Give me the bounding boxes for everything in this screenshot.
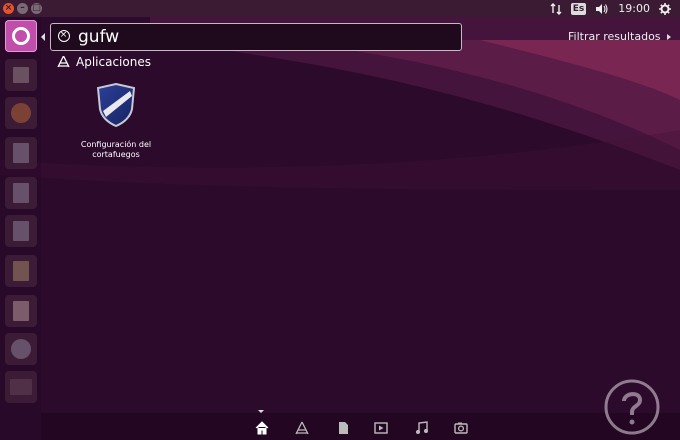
clock[interactable]: 19:00 — [618, 2, 650, 15]
network-updown-icon[interactable] — [550, 2, 562, 15]
search-box: × — [50, 23, 462, 51]
system-settings-icon[interactable] — [5, 333, 37, 365]
applications-lens-icon[interactable] — [295, 421, 309, 435]
chevron-right-icon — [666, 33, 671, 40]
watermark-logo — [604, 379, 660, 435]
clear-circle-icon[interactable]: × — [58, 30, 70, 42]
firefox-icon[interactable] — [5, 97, 37, 129]
gear-icon[interactable] — [659, 2, 671, 15]
writer-icon[interactable] — [5, 137, 37, 169]
maximize-button[interactable]: □ — [31, 3, 42, 14]
lens-bar — [41, 413, 680, 440]
file-manager-icon[interactable] — [5, 59, 37, 91]
top-panel: × – □ Es 19:00 — [0, 0, 680, 17]
search-input[interactable] — [78, 25, 453, 49]
music-icon[interactable] — [415, 421, 429, 435]
result-label: Configuración del cortafuegos — [80, 140, 152, 159]
close-button[interactable]: × — [3, 3, 14, 14]
volume-icon[interactable] — [595, 3, 609, 15]
keyboard-layout-indicator[interactable]: Es — [570, 2, 587, 15]
ubuntu-dash-icon[interactable] — [5, 20, 37, 52]
impress-icon[interactable] — [5, 215, 37, 247]
system-tray: Es 19:00 — [550, 0, 680, 17]
applications-icon — [57, 56, 70, 68]
terminal-icon[interactable] — [5, 371, 37, 403]
photo-icon[interactable] — [454, 421, 468, 435]
category-label: Aplicaciones — [76, 55, 151, 69]
video-icon[interactable] — [374, 421, 388, 435]
launcher — [0, 17, 41, 440]
active-lens-indicator — [258, 410, 264, 413]
minimize-button[interactable]: – — [17, 3, 28, 14]
launcher-active-arrow — [41, 33, 45, 41]
amazon-icon[interactable] — [5, 295, 37, 327]
filter-results-label: Filtrar resultados — [568, 30, 661, 43]
category-header: Aplicaciones — [57, 55, 151, 69]
software-center-icon[interactable] — [5, 255, 37, 287]
shield-icon — [97, 83, 135, 127]
result-item[interactable]: Configuración del cortafuegos — [66, 83, 166, 160]
calc-icon[interactable] — [5, 177, 37, 209]
filter-results-button[interactable]: Filtrar resultados — [568, 30, 671, 43]
home-icon[interactable] — [255, 421, 269, 435]
files-icon[interactable] — [336, 421, 350, 435]
